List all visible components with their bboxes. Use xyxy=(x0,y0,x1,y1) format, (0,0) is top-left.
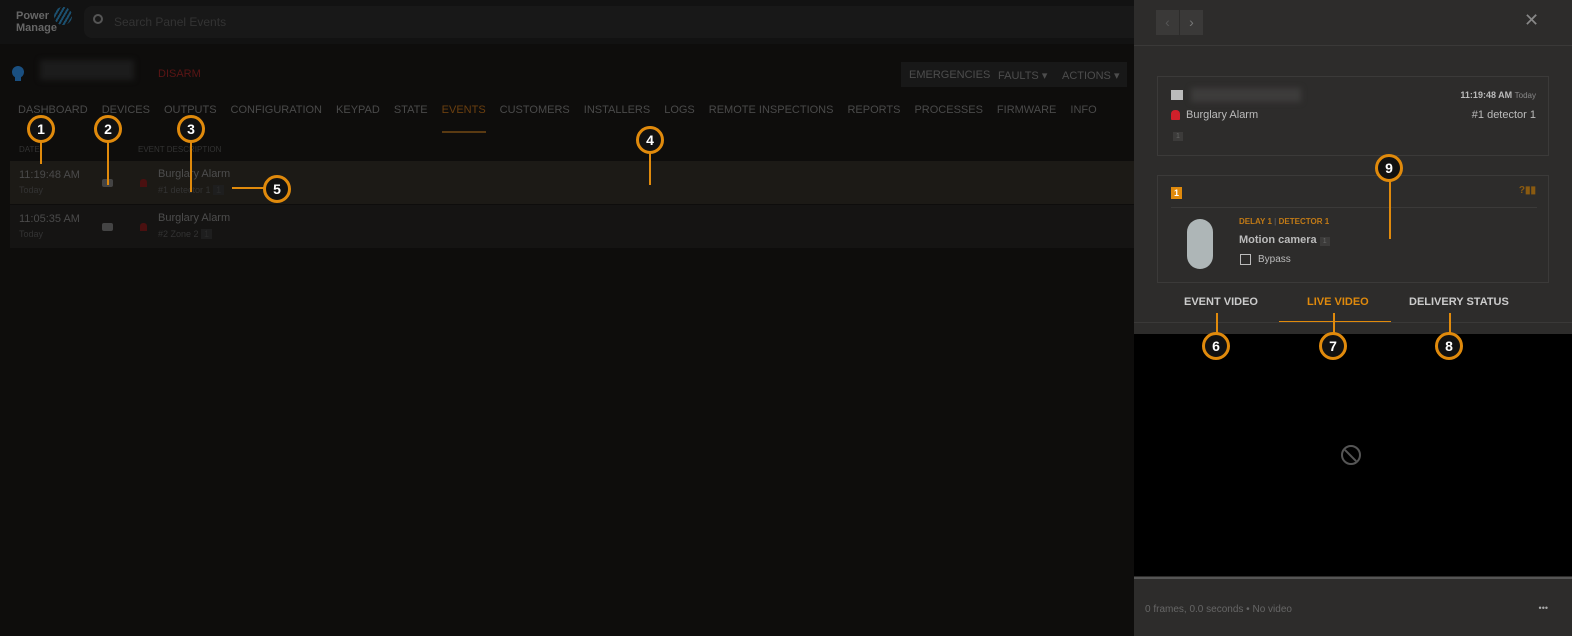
column-date: DATE xyxy=(19,145,40,154)
tab-reports[interactable]: REPORTS xyxy=(847,104,900,133)
callout-line xyxy=(649,151,651,185)
callout-9: 9 xyxy=(1375,154,1403,182)
callout-3: 3 xyxy=(177,115,205,143)
bypass-label: Bypass xyxy=(1258,254,1291,265)
logo-mark-icon xyxy=(54,7,72,25)
panel-name-redacted xyxy=(40,60,134,80)
video-status: No video xyxy=(1252,604,1292,615)
device-number-badge: 1 xyxy=(1171,187,1183,199)
device-badge: 1 xyxy=(1319,237,1330,246)
frames-info: 0 frames, 0.0 seconds xyxy=(1145,604,1244,615)
bypass-checkbox[interactable] xyxy=(1240,254,1251,265)
callout-2: 2 xyxy=(94,115,122,143)
event-row[interactable]: 11:05:35 AM Today Burglary Alarm #2 Zone 2 … xyxy=(10,205,1134,248)
no-video-icon xyxy=(1341,445,1361,465)
panel-name-redacted xyxy=(1191,88,1301,102)
callout-4: 4 xyxy=(636,126,664,154)
tab-firmware[interactable]: FIRMWARE xyxy=(997,104,1056,133)
camera-icon[interactable] xyxy=(102,223,113,231)
column-description: EVENT DESCRIPTION xyxy=(138,145,222,154)
tab-processes[interactable]: PROCESSES xyxy=(914,104,982,133)
tab-customers[interactable]: CUSTOMERS xyxy=(500,104,570,133)
event-time: 11:19:48 AM xyxy=(19,169,80,181)
callout-line xyxy=(1216,313,1218,333)
event-time: 11:19:48 AM xyxy=(1460,90,1513,100)
callout-8: 8 xyxy=(1435,332,1463,360)
disarm-button[interactable]: DISARM xyxy=(158,68,201,80)
tab-remote-inspections[interactable]: REMOTE INSPECTIONS xyxy=(709,104,834,133)
logo[interactable]: Power Manage xyxy=(16,7,72,34)
event-time: 11:05:35 AM xyxy=(19,213,80,225)
callout-7: 7 xyxy=(1319,332,1347,360)
signal-unknown-icon: ?▮▮ xyxy=(1518,185,1536,196)
event-zone: #2 Zone 2 1 xyxy=(158,229,213,239)
search-icon xyxy=(93,14,103,24)
event-row[interactable]: 11:19:48 AM Today Burglary Alarm #1 detecto… xyxy=(10,161,1134,204)
callout-1: 1 xyxy=(27,115,55,143)
callout-line xyxy=(190,140,192,192)
next-event-button[interactable]: › xyxy=(1180,10,1203,35)
emergencies-button[interactable]: EMERGENCIES xyxy=(901,62,999,87)
tab-keypad[interactable]: KEYPAD xyxy=(336,104,380,133)
close-icon[interactable]: ✕ xyxy=(1524,10,1539,31)
panel-icon xyxy=(1171,90,1183,100)
tab-live-video[interactable]: LIVE VIDEO xyxy=(1307,296,1369,308)
video-footer: 0 frames, 0.0 seconds • No video ••• xyxy=(1134,577,1572,636)
event-summary-card: 11:19:48 AM Today Burglary Alarm #1 dete… xyxy=(1157,76,1549,156)
event-title: Burglary Alarm xyxy=(158,168,231,180)
faults-button[interactable]: FAULTS ▾ xyxy=(990,62,1056,87)
tab-delivery-status[interactable]: DELIVERY STATUS xyxy=(1409,296,1509,308)
tab-events[interactable]: EVENTS xyxy=(441,104,486,133)
callout-5: 5 xyxy=(263,175,291,203)
device-partition: DELAY 1 xyxy=(1239,217,1272,226)
panel-status-icon xyxy=(12,66,24,81)
search-input[interactable]: Search Panel Events xyxy=(84,6,1134,38)
alarm-bell-icon xyxy=(140,223,147,231)
device-name: Motion camera xyxy=(1239,234,1317,246)
callout-line xyxy=(1449,313,1451,333)
event-title: Burglary Alarm xyxy=(1186,109,1259,121)
tab-state[interactable]: STATE xyxy=(394,104,428,133)
tab-logs[interactable]: LOGS xyxy=(664,104,695,133)
tab-configuration[interactable]: CONFIGURATION xyxy=(231,104,322,133)
device-card: 1 ?▮▮ DELAY 1 | DETECTOR 1 Motion camera… xyxy=(1157,175,1549,283)
callout-6: 6 xyxy=(1202,332,1230,360)
event-detail-panel: ‹ › ✕ 11:19:48 AM Today Burglary Alarm #… xyxy=(1134,0,1572,636)
alarm-bell-icon xyxy=(140,179,147,187)
tab-info[interactable]: INFO xyxy=(1070,104,1096,133)
alarm-bell-icon xyxy=(1171,110,1180,120)
callout-line xyxy=(107,140,109,185)
event-day: Today xyxy=(19,229,44,239)
actions-button[interactable]: ACTIONS ▾ xyxy=(1054,62,1128,87)
partition-badge: 1 xyxy=(1173,132,1183,141)
device-tag: DETECTOR 1 xyxy=(1278,217,1330,226)
tab-event-video[interactable]: EVENT VIDEO xyxy=(1184,296,1258,308)
event-title: Burglary Alarm xyxy=(158,212,231,224)
motion-camera-device-icon xyxy=(1187,219,1213,269)
event-day: Today xyxy=(1514,91,1536,100)
callout-line xyxy=(1389,179,1391,239)
callout-line xyxy=(232,187,264,189)
callout-line xyxy=(1333,313,1335,333)
video-player[interactable] xyxy=(1134,334,1572,576)
top-bar: Power Manage Search Panel Events xyxy=(0,0,1134,44)
event-zone: #1 detector 1 xyxy=(1471,109,1536,121)
callout-line xyxy=(40,140,42,164)
more-options-icon[interactable]: ••• xyxy=(1539,603,1548,613)
event-day: Today xyxy=(19,185,44,195)
panel-header: ‹ › ✕ xyxy=(1134,0,1572,46)
prev-event-button[interactable]: ‹ xyxy=(1156,10,1179,35)
